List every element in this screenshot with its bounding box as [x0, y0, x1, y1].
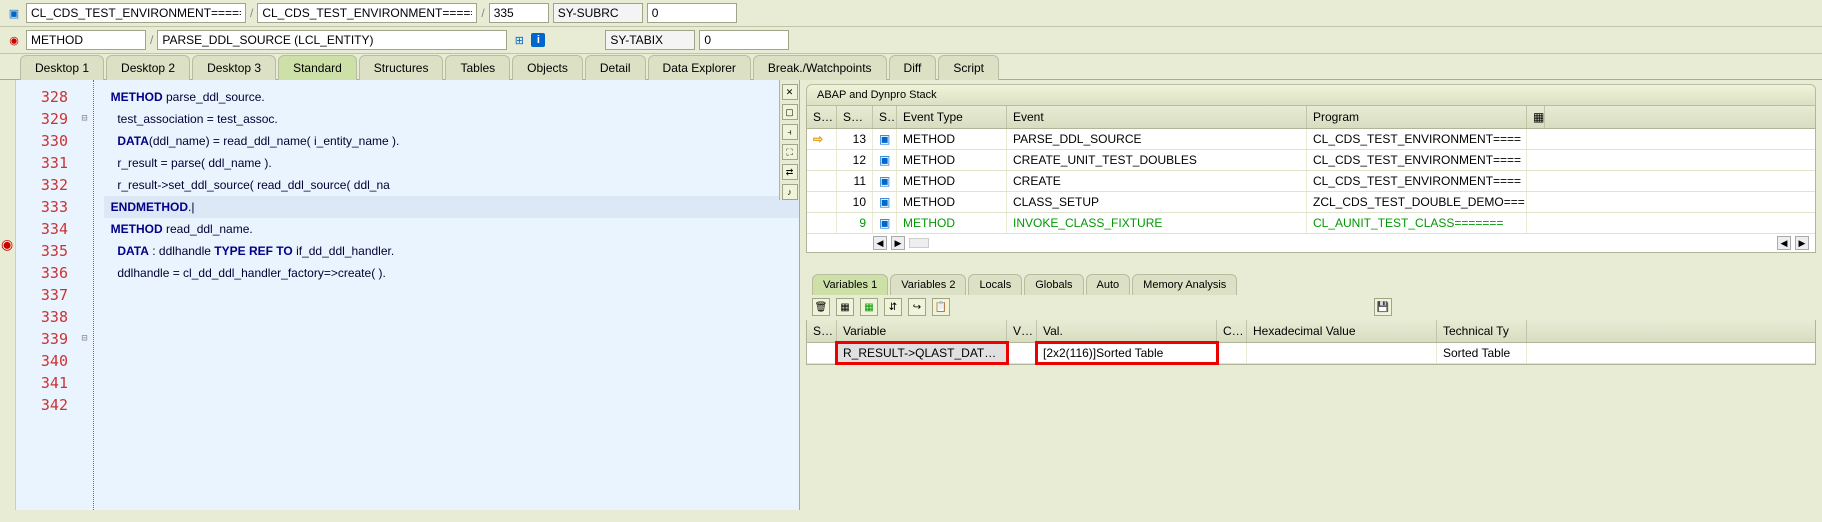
breakpoint-gutter[interactable]: ◉ — [0, 80, 16, 510]
main-split: ◉ 32832933033133233333433533633733833934… — [0, 80, 1822, 510]
scroll-left-icon[interactable]: ◀ — [1777, 236, 1791, 250]
separator: / — [150, 33, 153, 47]
variable-tabs: Variables 1Variables 2LocalsGlobalsAutoM… — [806, 273, 1816, 294]
program-icon: ▣ — [6, 5, 22, 21]
stack-row[interactable]: ⇨13▣METHODPARSE_DDL_SOURCECL_CDS_TEST_EN… — [807, 129, 1815, 150]
tab-objects[interactable]: Objects — [512, 55, 583, 80]
scope-field[interactable] — [26, 30, 146, 50]
sy-tabix-value[interactable] — [699, 30, 789, 50]
program-field-1[interactable] — [26, 3, 246, 23]
scroll-left-icon[interactable]: ◀ — [873, 236, 887, 250]
stack-col-header[interactable]: Event — [1007, 106, 1307, 128]
stack-panel-title: ABAP and Dynpro Stack — [806, 84, 1816, 106]
close-editor-icon[interactable]: ✕ — [782, 84, 798, 100]
stack-col-header[interactable]: S.. — [873, 106, 897, 128]
var-col-header[interactable]: Technical Ty — [1437, 320, 1527, 342]
scroll-right-icon[interactable]: ▶ — [891, 236, 905, 250]
tab-desktop-3[interactable]: Desktop 3 — [192, 55, 276, 80]
breakpoint-marker[interactable]: ◉ — [1, 236, 13, 253]
breakpoint-icon: ◉ — [6, 32, 22, 48]
export-icon[interactable]: ↪ — [908, 298, 926, 316]
info-icon[interactable]: i — [531, 33, 545, 47]
clipboard-icon[interactable]: 📋 — [932, 298, 950, 316]
variables-grid-header: S…VariableV…Val.C…Hexadecimal ValueTechn… — [807, 320, 1815, 343]
separator: / — [481, 6, 484, 20]
variables-grid: S…VariableV…Val.C…Hexadecimal ValueTechn… — [806, 320, 1816, 365]
stack-row[interactable]: 9▣METHODINVOKE_CLASS_FIXTURECL_AUNIT_TES… — [807, 213, 1815, 234]
header-row-2: ◉ / ⊞ i — [0, 27, 1822, 54]
expand-icon[interactable]: ⛶ — [782, 144, 798, 160]
stack-scroll: ◀ ▶ ◀ ▶ — [807, 234, 1815, 252]
layout-icon[interactable]: ⫞ — [782, 124, 798, 140]
code-content[interactable]: METHOD parse_ddl_source. test_associatio… — [94, 80, 799, 510]
sy-subrc-label — [553, 3, 643, 23]
stack-row[interactable]: 11▣METHODCREATECL_CDS_TEST_ENVIRONMENT==… — [807, 171, 1815, 192]
save-icon[interactable]: 💾 — [1374, 298, 1392, 316]
tab-tables[interactable]: Tables — [445, 55, 510, 80]
variable-toolbar: 🗑 ▦ ▦ ⇵ ↪ 📋 💾 — [806, 294, 1816, 320]
stack-grid-header: St…Sta…S..Event TypeEventProgram▦ — [807, 106, 1815, 129]
tab-structures[interactable]: Structures — [359, 55, 444, 80]
tab-break-watchpoints[interactable]: Break./Watchpoints — [753, 55, 887, 80]
program-field-2[interactable] — [257, 3, 477, 23]
scroll-thumb[interactable] — [909, 238, 929, 248]
sy-tabix-label — [605, 30, 695, 50]
var-tab-locals[interactable]: Locals — [968, 274, 1022, 295]
var-tab-variables-1[interactable]: Variables 1 — [812, 274, 888, 295]
stack-col-header[interactable]: St… — [807, 106, 837, 128]
tab-detail[interactable]: Detail — [585, 55, 646, 80]
delete-icon[interactable]: 🗑 — [812, 298, 830, 316]
hierarchy-icon[interactable]: ⇵ — [884, 298, 902, 316]
var-col-header[interactable]: V… — [1007, 320, 1037, 342]
sync-icon[interactable]: ⇄ — [782, 164, 798, 180]
line-numbers: 3283293303313323333343353363373383393403… — [16, 80, 76, 510]
tab-script[interactable]: Script — [938, 55, 999, 80]
var-col-header[interactable]: Hexadecimal Value — [1247, 320, 1437, 342]
code-editor: ◉ 32832933033133233333433533633733833934… — [0, 80, 800, 510]
tab-data-explorer[interactable]: Data Explorer — [648, 55, 751, 80]
tab-diff[interactable]: Diff — [889, 55, 937, 80]
stack-col-header[interactable]: Sta… — [837, 106, 873, 128]
editor-toolbar: ✕ ▢ ⫞ ⛶ ⇄ ♪ — [779, 80, 799, 200]
stack-row[interactable]: 10▣METHODCLASS_SETUPZCL_CDS_TEST_DOUBLE_… — [807, 192, 1815, 213]
table-icon[interactable]: ▦ — [836, 298, 854, 316]
table-green-icon[interactable]: ▦ — [860, 298, 878, 316]
stack-col-header[interactable]: Program — [1307, 106, 1527, 128]
stack-col-header[interactable]: Event Type — [897, 106, 1007, 128]
tab-standard[interactable]: Standard — [278, 55, 357, 80]
display-icon[interactable]: ⊞ — [511, 32, 527, 48]
var-col-header[interactable]: Variable — [837, 320, 1007, 342]
var-col-header[interactable]: C… — [1217, 320, 1247, 342]
scroll-right-icon[interactable]: ▶ — [1795, 236, 1809, 250]
fold-column[interactable]: ⊟ ⊟ — [76, 80, 94, 510]
method-field[interactable] — [157, 30, 507, 50]
new-window-icon[interactable]: ▢ — [782, 104, 798, 120]
sy-subrc-value[interactable] — [647, 3, 737, 23]
headphones-icon[interactable]: ♪ — [782, 184, 798, 200]
stack-row[interactable]: 12▣METHODCREATE_UNIT_TEST_DOUBLESCL_CDS_… — [807, 150, 1815, 171]
config-col-icon[interactable]: ▦ — [1527, 106, 1545, 128]
tab-desktop-2[interactable]: Desktop 2 — [106, 55, 190, 80]
stack-grid: St…Sta…S..Event TypeEventProgram▦ ⇨13▣ME… — [806, 106, 1816, 253]
var-col-header[interactable]: S… — [807, 320, 837, 342]
tab-desktop-1[interactable]: Desktop 1 — [20, 55, 104, 80]
right-panel: ABAP and Dynpro Stack St…Sta…S..Event Ty… — [800, 80, 1822, 510]
header-row-1: ▣ / / — [0, 0, 1822, 27]
var-tab-auto[interactable]: Auto — [1086, 274, 1131, 295]
var-tab-memory-analysis[interactable]: Memory Analysis — [1132, 274, 1237, 295]
var-tab-globals[interactable]: Globals — [1024, 274, 1083, 295]
line-field[interactable] — [489, 3, 549, 23]
var-col-header[interactable]: Val. — [1037, 320, 1217, 342]
separator: / — [250, 6, 253, 20]
variable-row[interactable]: R_RESULT->QLAST_DAT…[2x2(116)]Sorted Tab… — [807, 343, 1815, 364]
desktop-tabs: Desktop 1Desktop 2Desktop 3StandardStruc… — [0, 54, 1822, 80]
var-tab-variables-2[interactable]: Variables 2 — [890, 274, 966, 295]
